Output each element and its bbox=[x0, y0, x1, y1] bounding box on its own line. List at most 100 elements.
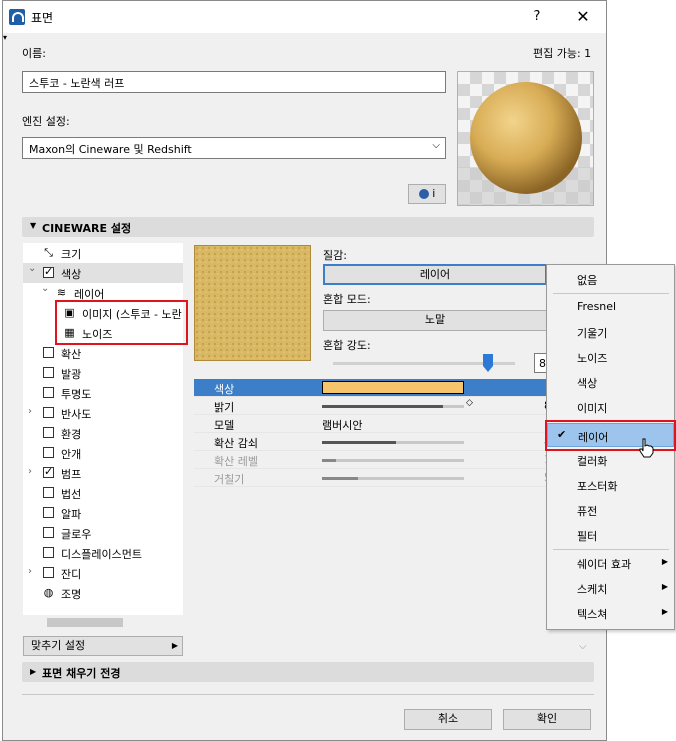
tree-item[interactable]: 디스플레이스먼트 bbox=[23, 543, 183, 563]
tree-item-label: 알파 bbox=[61, 508, 82, 521]
help-button[interactable]: ? bbox=[525, 5, 549, 29]
texture-label: 질감: bbox=[323, 249, 347, 262]
property-bar[interactable] bbox=[322, 405, 464, 408]
menu-item[interactable]: 컬러화 bbox=[547, 448, 674, 472]
menu-item-label: 포스터화 bbox=[577, 480, 618, 493]
tree-checkbox[interactable] bbox=[43, 387, 54, 398]
menu-item[interactable]: 이미지 bbox=[547, 395, 674, 419]
light-icon: ◍ bbox=[43, 586, 54, 599]
tree-checkbox[interactable] bbox=[43, 465, 54, 478]
property-bar-fill bbox=[322, 441, 396, 444]
menu-item-label: 쉐이더 효과 bbox=[577, 558, 632, 571]
blend-strength-label: 혼합 강도: bbox=[323, 339, 371, 352]
name-label: 이름: bbox=[22, 47, 46, 60]
tree-item-label: 조명 bbox=[61, 588, 82, 601]
tree-item[interactable]: ⤡ 크기 bbox=[23, 243, 183, 263]
texture-select-button[interactable]: 레이어 bbox=[323, 264, 547, 285]
menu-separator bbox=[553, 293, 669, 294]
menu-item[interactable]: 포스터화 bbox=[547, 473, 674, 497]
tree-item[interactable]: 글로우 bbox=[23, 523, 183, 543]
resize-icon: ⤡ bbox=[44, 246, 53, 259]
tree-item[interactable]: 안개 bbox=[23, 443, 183, 463]
engine-info-button[interactable]: i bbox=[408, 184, 446, 204]
property-row[interactable]: 거칠기5 bbox=[194, 469, 551, 487]
edit-count-label: 편집 가능: 1 bbox=[533, 47, 592, 60]
menu-item[interactable]: 없음 bbox=[547, 267, 674, 291]
menu-item-label: 퓨전 bbox=[577, 505, 598, 518]
menu-item-label: 컬러화 bbox=[577, 455, 608, 468]
tree-checkbox[interactable] bbox=[43, 507, 54, 518]
menu-item[interactable]: 필터 bbox=[547, 523, 674, 547]
chevron-down-icon[interactable]: ⌄ bbox=[28, 263, 36, 274]
tree-item[interactable]: 법선 bbox=[23, 483, 183, 503]
tree-checkbox[interactable] bbox=[43, 447, 54, 458]
property-row[interactable]: 밝기◇8 bbox=[194, 397, 551, 415]
menu-item[interactable]: 노이즈 bbox=[547, 345, 674, 369]
tree-item[interactable]: › 범프 bbox=[23, 463, 183, 483]
chevron-down-icon[interactable]: ⌄ bbox=[41, 283, 49, 294]
tree-highlight-box bbox=[55, 300, 188, 345]
tree-checkbox[interactable] bbox=[43, 567, 54, 578]
tree-item[interactable]: 확산 bbox=[23, 343, 183, 363]
tree-item-label: 범프 bbox=[61, 468, 82, 481]
tree-item[interactable]: 알파 bbox=[23, 503, 183, 523]
menu-item[interactable]: 텍스쳐 ▶ bbox=[547, 601, 674, 625]
tree-checkbox[interactable] bbox=[43, 367, 54, 378]
tree-item[interactable]: ⌄ 색상 bbox=[23, 263, 183, 283]
menu-item[interactable]: 쉐이더 효과 ▶ bbox=[547, 551, 674, 575]
tree-item[interactable]: 환경 bbox=[23, 423, 183, 443]
diamond-icon: ◇ bbox=[466, 398, 473, 408]
ok-button[interactable]: 확인 bbox=[503, 709, 591, 730]
property-row[interactable]: 확산 감쇠8 bbox=[194, 433, 551, 451]
close-button[interactable]: ✕ bbox=[571, 5, 595, 29]
property-row[interactable]: 확산 레벨10 bbox=[194, 451, 558, 469]
tree-item[interactable]: › 반사도 bbox=[23, 403, 183, 423]
property-row[interactable]: 색상 bbox=[194, 379, 549, 397]
cancel-button[interactable]: 취소 bbox=[404, 709, 492, 730]
hand-cursor-icon bbox=[638, 438, 654, 461]
name-input[interactable]: 스투코 - 노란색 러프 bbox=[22, 71, 446, 93]
menu-item-label: 스케치 bbox=[577, 583, 608, 596]
tree-checkbox[interactable] bbox=[43, 265, 54, 278]
chevron-down-icon: ⌵ bbox=[432, 140, 440, 151]
triangle-right-icon: ▶ bbox=[30, 667, 37, 676]
tree-item-label: 환경 bbox=[61, 428, 82, 441]
blend-strength-slider-thumb[interactable] bbox=[482, 354, 493, 372]
tree-scroll-thumb[interactable] bbox=[47, 618, 123, 627]
property-bar[interactable] bbox=[322, 459, 464, 462]
tree-item-label: 안개 bbox=[61, 448, 82, 461]
chevron-right-icon[interactable]: › bbox=[28, 406, 32, 417]
scroll-down-arrow-icon[interactable]: ⌵ bbox=[579, 641, 587, 652]
menu-item[interactable]: 기울기 bbox=[547, 320, 674, 344]
tree-item[interactable]: › 잔디 bbox=[23, 563, 183, 583]
chevron-right-icon[interactable]: › bbox=[28, 466, 32, 477]
tree-item-label: 법선 bbox=[61, 488, 82, 501]
tree-checkbox[interactable] bbox=[43, 407, 54, 418]
color-swatch[interactable] bbox=[322, 381, 464, 394]
tree-item-label: 발광 bbox=[61, 368, 82, 381]
cineware-settings-header[interactable]: ▼ CINEWARE 설정 bbox=[22, 217, 594, 237]
property-row[interactable]: 모델 램버시안 bbox=[194, 415, 549, 433]
tree-checkbox[interactable] bbox=[43, 347, 54, 358]
tree-item[interactable]: 발광 bbox=[23, 363, 183, 383]
tree-checkbox[interactable] bbox=[43, 487, 54, 498]
blend-mode-button[interactable]: 노말 bbox=[323, 310, 547, 331]
surface-fill-header[interactable]: ▶ 표면 채우기 전경 bbox=[22, 662, 594, 682]
chevron-right-icon[interactable]: › bbox=[28, 566, 32, 577]
menu-item[interactable]: 퓨전 bbox=[547, 498, 674, 522]
property-bar[interactable] bbox=[322, 477, 464, 480]
tree-checkbox[interactable] bbox=[43, 527, 54, 538]
tree-item[interactable]: ◍ 조명 bbox=[23, 583, 183, 603]
tree-checkbox[interactable] bbox=[43, 547, 54, 558]
footer-divider bbox=[22, 694, 594, 695]
tree-item[interactable]: 투명도 bbox=[23, 383, 183, 403]
triangle-right-icon: ▶ bbox=[171, 641, 178, 650]
menu-item[interactable]: 색상 bbox=[547, 370, 674, 394]
fit-settings-button[interactable]: 맞추기 설정 ▶ bbox=[23, 636, 183, 656]
menu-item[interactable]: Fresnel bbox=[547, 295, 674, 319]
property-bar[interactable] bbox=[322, 441, 464, 444]
menu-item[interactable]: 스케치 ▶ bbox=[547, 576, 674, 600]
collapse-arrow-icon[interactable]: ▾ bbox=[3, 33, 7, 42]
engine-select[interactable]: Maxon의 Cineware 및 Redshift ⌵ bbox=[22, 137, 446, 159]
tree-checkbox[interactable] bbox=[43, 427, 54, 438]
